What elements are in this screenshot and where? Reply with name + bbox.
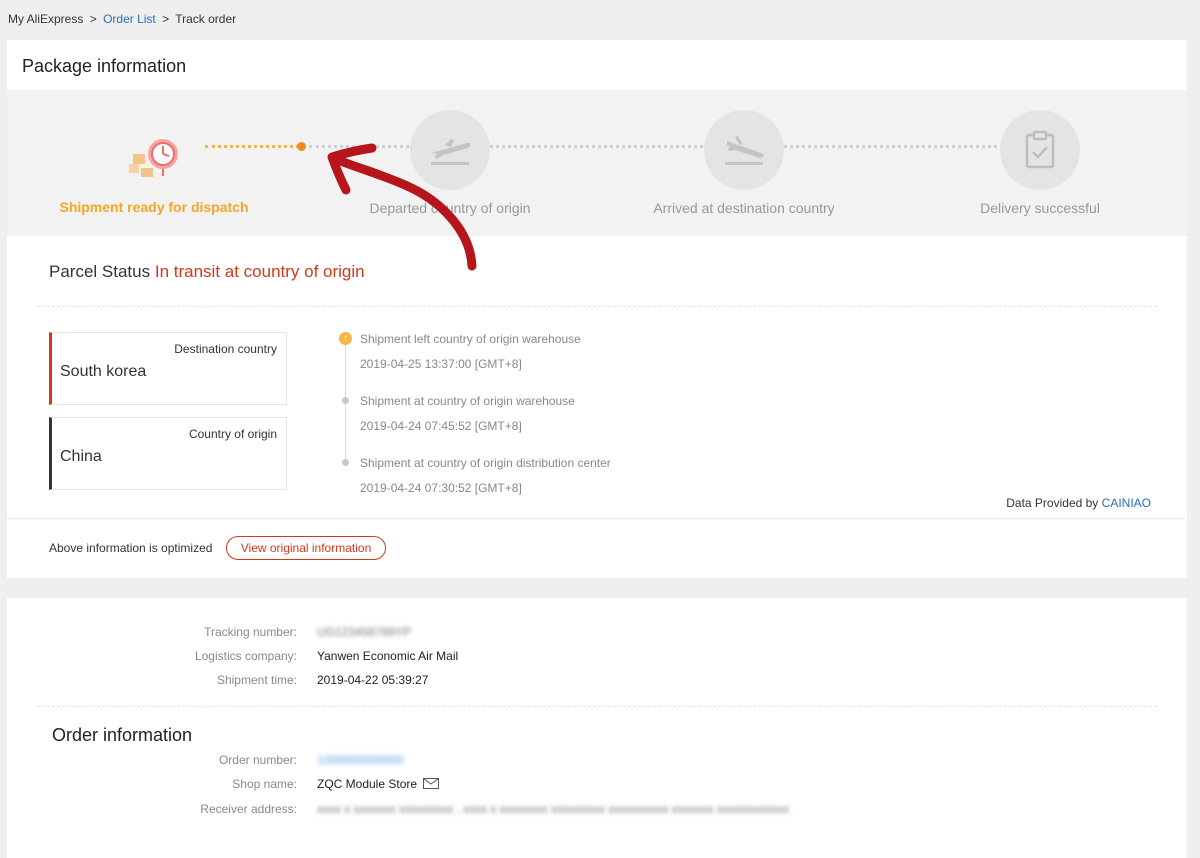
breadcrumb-order-list-link[interactable]: Order List	[103, 12, 156, 26]
step-departed-circle	[410, 110, 490, 190]
timeline-event: Shipment at country of origin warehouse	[360, 394, 575, 408]
breadcrumb: My AliExpress > Order List > Track order	[8, 12, 236, 26]
receiver-address-value: xxxx x xxxxxxx xxxxxxxxx , xxxx x xxxxxx…	[317, 802, 790, 816]
parcel-status-label: Parcel Status	[49, 262, 151, 281]
optimized-notice: Above information is optimized	[49, 541, 213, 555]
progress-connector	[309, 145, 409, 148]
breadcrumb-separator: >	[162, 12, 170, 26]
mail-icon[interactable]	[423, 778, 440, 789]
step-delivered-circle	[1000, 110, 1080, 190]
tracking-number-label: Tracking number:	[204, 625, 297, 639]
timeline-time: 2019-04-24 07:30:52 [GMT+8]	[360, 481, 522, 495]
progress-connector	[490, 145, 703, 148]
destination-country-name: South korea	[60, 363, 147, 380]
shipment-time-value: 2019-04-22 05:39:27	[317, 673, 429, 687]
parcel-status: Parcel Status In transit at country of o…	[49, 262, 365, 282]
shipping-details-card: Tracking number: UG123456789YP Logistics…	[7, 598, 1187, 858]
tracking-number-value: UG123456789YP	[317, 625, 412, 639]
cainiao-link[interactable]: CAINIAO	[1102, 496, 1151, 510]
destination-country-label: Destination country	[174, 342, 277, 356]
timeline-dot	[342, 459, 349, 466]
step-label-departed: Departed country of origin	[369, 200, 531, 216]
order-information-title: Order information	[52, 725, 193, 745]
data-provider: Data Provided by CAINIAO	[1006, 496, 1151, 510]
timeline-current-icon: ↑	[339, 332, 352, 345]
breadcrumb-current: Track order	[175, 12, 237, 26]
receiver-address-label: Receiver address:	[200, 802, 297, 816]
clipboard-check-icon	[1025, 130, 1055, 169]
order-number-link[interactable]: 1000000000000	[317, 753, 404, 767]
airplane-landing-icon	[725, 136, 764, 165]
destination-country-box: Destination country South korea	[49, 332, 287, 405]
step-arrived-circle	[704, 110, 784, 190]
order-number-label: Order number:	[218, 753, 297, 767]
breadcrumb-home[interactable]: My AliExpress	[8, 12, 83, 26]
shipment-progress: Shipment ready for dispatch Departed cou…	[7, 90, 1187, 236]
shop-name: ZQC Module Store	[317, 777, 440, 791]
timeline-event: Shipment at country of origin distributi…	[360, 456, 611, 470]
package-information-card: Package information Shipment ready for d…	[7, 40, 1187, 578]
step-label-ready: Shipment ready for dispatch	[59, 199, 249, 215]
package-information-title: Package information	[22, 56, 187, 76]
airplane-takeoff-icon	[431, 139, 471, 165]
package-clock-icon	[125, 134, 185, 184]
step-label-arrived: Arrived at destination country	[653, 200, 835, 216]
logistics-company-label: Logistics company:	[194, 649, 297, 663]
step-label-delivered: Delivery successful	[980, 200, 1100, 216]
origin-country-label: Country of origin	[188, 427, 277, 441]
timeline-time: 2019-04-25 13:37:00 [GMT+8]	[360, 357, 522, 371]
progress-connector	[784, 145, 997, 148]
origin-country-name: China	[60, 448, 102, 465]
view-original-button[interactable]: View original information	[226, 536, 386, 560]
timeline-event: Shipment left country of origin warehous…	[360, 332, 581, 346]
divider	[37, 306, 1157, 307]
parcel-status-value: In transit at country of origin	[154, 262, 365, 281]
breadcrumb-separator: >	[89, 12, 97, 26]
divider	[7, 518, 1187, 519]
divider	[37, 706, 1157, 707]
shop-name-value[interactable]: ZQC Module Store	[317, 777, 417, 791]
shop-name-label: Shop name:	[232, 777, 297, 791]
timeline-time: 2019-04-24 07:45:52 [GMT+8]	[360, 419, 522, 433]
origin-country-box: Country of origin China	[49, 417, 287, 490]
logistics-company-value: Yanwen Economic Air Mail	[317, 649, 459, 663]
progress-connector-done	[205, 145, 299, 148]
progress-current-dot	[297, 142, 306, 151]
timeline-dot	[342, 397, 349, 404]
data-provider-prefix: Data Provided by	[1006, 496, 1099, 510]
shipment-time-label: Shipment time:	[216, 673, 297, 687]
